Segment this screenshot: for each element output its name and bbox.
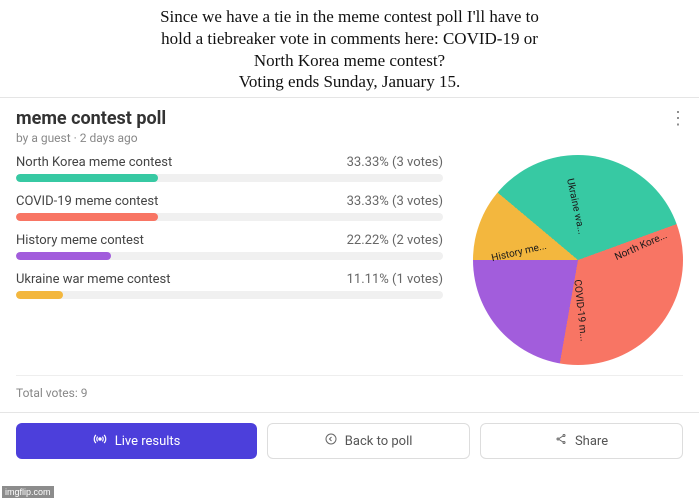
poll-byline: by a guest · 2 days ago — [16, 131, 683, 145]
poll-title: meme contest poll — [16, 108, 683, 129]
option-stat: 11.11% (1 votes) — [347, 272, 443, 287]
option-stat: 33.33% (3 votes) — [347, 155, 443, 170]
broadcast-icon — [93, 432, 107, 450]
bar-fill — [16, 174, 158, 182]
option-label: COVID-19 meme contest — [16, 194, 158, 209]
share-icon — [555, 433, 567, 449]
bar-fill — [16, 291, 63, 299]
watermark: imgflip.com — [2, 486, 54, 498]
bar-track — [16, 174, 443, 182]
button-row: Live results Back to poll Share — [0, 423, 699, 459]
bar-track — [16, 252, 443, 260]
option-label: History meme contest — [16, 233, 144, 248]
bar-track — [16, 291, 443, 299]
option-label: North Korea meme contest — [16, 155, 172, 170]
share-button[interactable]: Share — [480, 423, 683, 459]
back-arrow-icon — [325, 433, 337, 449]
poll-option: History meme contest 22.22% (2 votes) — [16, 233, 443, 260]
option-stat: 33.33% (3 votes) — [347, 194, 443, 209]
more-menu-icon[interactable]: ⋮ — [669, 108, 687, 129]
poll-option: COVID-19 meme contest 33.33% (3 votes) — [16, 194, 443, 221]
live-results-button[interactable]: Live results — [16, 423, 257, 459]
poll-results-list: North Korea meme contest 33.33% (3 votes)… — [16, 155, 443, 365]
total-votes: Total votes: 9 — [16, 375, 683, 400]
bar-fill — [16, 252, 111, 260]
button-label: Share — [575, 434, 608, 449]
image-caption: Since we have a tie in the meme contest … — [0, 0, 699, 97]
poll-card: meme contest poll by a guest · 2 days ag… — [0, 97, 699, 413]
button-label: Back to poll — [345, 434, 413, 449]
pie-chart: North Kore... COVID-19 m... History me..… — [473, 155, 683, 365]
option-label: Ukraine war meme contest — [16, 272, 171, 287]
poll-option: North Korea meme contest 33.33% (3 votes) — [16, 155, 443, 182]
option-stat: 22.22% (2 votes) — [347, 233, 443, 248]
bar-track — [16, 213, 443, 221]
button-label: Live results — [115, 434, 181, 449]
poll-option: Ukraine war meme contest 11.11% (1 votes) — [16, 272, 443, 299]
back-to-poll-button[interactable]: Back to poll — [267, 423, 470, 459]
bar-fill — [16, 213, 158, 221]
